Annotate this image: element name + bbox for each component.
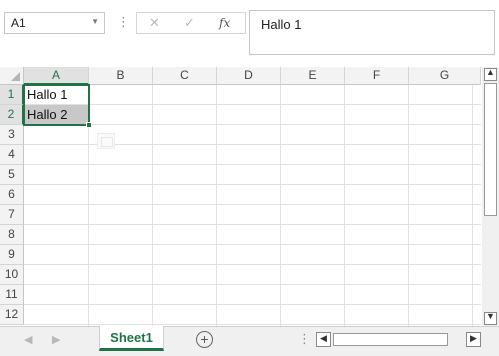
gridline: [24, 244, 481, 245]
cell-a1[interactable]: Hallo 1: [24, 85, 88, 105]
column-header-e[interactable]: E: [281, 67, 345, 85]
column-header-a[interactable]: A: [24, 67, 89, 85]
spreadsheet-grid: A B C D E F G 1 2 3 4 5 6 7 8 9 10 11 12…: [0, 67, 481, 326]
column-header-c[interactable]: C: [153, 67, 217, 85]
scroll-right-button[interactable]: ▶: [466, 332, 481, 347]
scroll-down-button[interactable]: ▼: [484, 311, 497, 325]
formula-input[interactable]: Hallo 1: [249, 10, 495, 55]
row-header-3[interactable]: 3: [0, 125, 24, 145]
enter-icon[interactable]: ✓: [184, 15, 195, 31]
arrow-right-icon: ▶: [470, 333, 477, 343]
row-header-5[interactable]: 5: [0, 165, 24, 185]
cancel-icon[interactable]: ✕: [149, 15, 160, 31]
vertical-dots-icon[interactable]: ⋮: [117, 14, 130, 30]
horizontal-scrollbar[interactable]: ◀ ▶: [316, 332, 481, 347]
gridline: [24, 184, 481, 185]
formula-value: Hallo 1: [261, 17, 302, 32]
arrow-left-icon: ◀: [320, 333, 327, 343]
row-header-10[interactable]: 10: [0, 265, 24, 285]
row-header-12[interactable]: 12: [0, 305, 24, 325]
gridline: [24, 304, 481, 305]
gridline: [24, 284, 481, 285]
gridline: [344, 85, 345, 326]
previous-sheet-icon[interactable]: ◀: [24, 333, 32, 346]
vertical-dots-icon[interactable]: ⋮: [298, 331, 311, 347]
sheet-tab-label: Sheet1: [110, 330, 153, 345]
column-header-d[interactable]: D: [217, 67, 281, 85]
sheet-tab-sheet1[interactable]: Sheet1: [99, 326, 164, 351]
row-header-1[interactable]: 1: [0, 85, 24, 105]
name-box[interactable]: A1 ▼: [4, 12, 105, 34]
formula-buttons: ✕ ✓ fx: [136, 12, 246, 34]
quick-analysis-icon[interactable]: [97, 133, 115, 149]
row-header-7[interactable]: 7: [0, 205, 24, 225]
horizontal-scroll-thumb[interactable]: [333, 333, 448, 346]
vertical-scroll-thumb[interactable]: [484, 83, 497, 216]
arrow-up-icon: ▲: [486, 67, 495, 77]
gridline: [24, 124, 481, 125]
gridline: [24, 204, 481, 205]
name-box-value: A1: [11, 16, 26, 30]
row-header-8[interactable]: 8: [0, 225, 24, 245]
column-header-f[interactable]: F: [345, 67, 409, 85]
scroll-up-button[interactable]: ▲: [484, 67, 497, 81]
gridline: [472, 85, 473, 326]
plus-circle-icon[interactable]: +: [196, 331, 213, 348]
gridline: [152, 85, 153, 326]
arrow-down-icon: ▼: [486, 311, 495, 321]
gridline: [24, 224, 481, 225]
next-sheet-icon[interactable]: ▶: [52, 333, 60, 346]
gridline: [24, 324, 481, 325]
cell-a2[interactable]: Hallo 2: [24, 105, 88, 125]
row-header-11[interactable]: 11: [0, 285, 24, 305]
gridline: [24, 264, 481, 265]
select-all-triangle-icon: [11, 72, 20, 81]
column-header-b[interactable]: B: [89, 67, 153, 85]
sheet-tab-bar: ◀ ▶ Sheet1 + ⋮ ◀ ▶: [0, 326, 499, 356]
row-header-6[interactable]: 6: [0, 185, 24, 205]
scroll-left-button[interactable]: ◀: [316, 332, 331, 347]
chevron-down-icon[interactable]: ▼: [91, 17, 99, 26]
gridline: [24, 104, 481, 105]
gridline: [216, 85, 217, 326]
gridline: [408, 85, 409, 326]
row-header-2[interactable]: 2: [0, 105, 24, 125]
row-header-9[interactable]: 9: [0, 245, 24, 265]
select-all-button[interactable]: [0, 67, 24, 85]
gridline: [24, 144, 481, 145]
gridline: [24, 164, 481, 165]
fill-handle[interactable]: [86, 122, 92, 128]
vertical-scrollbar[interactable]: ▲ ▼: [482, 67, 499, 326]
row-header-4[interactable]: 4: [0, 145, 24, 165]
column-header-g[interactable]: G: [409, 67, 481, 85]
gridline: [280, 85, 281, 326]
insert-function-icon[interactable]: fx: [219, 16, 230, 30]
